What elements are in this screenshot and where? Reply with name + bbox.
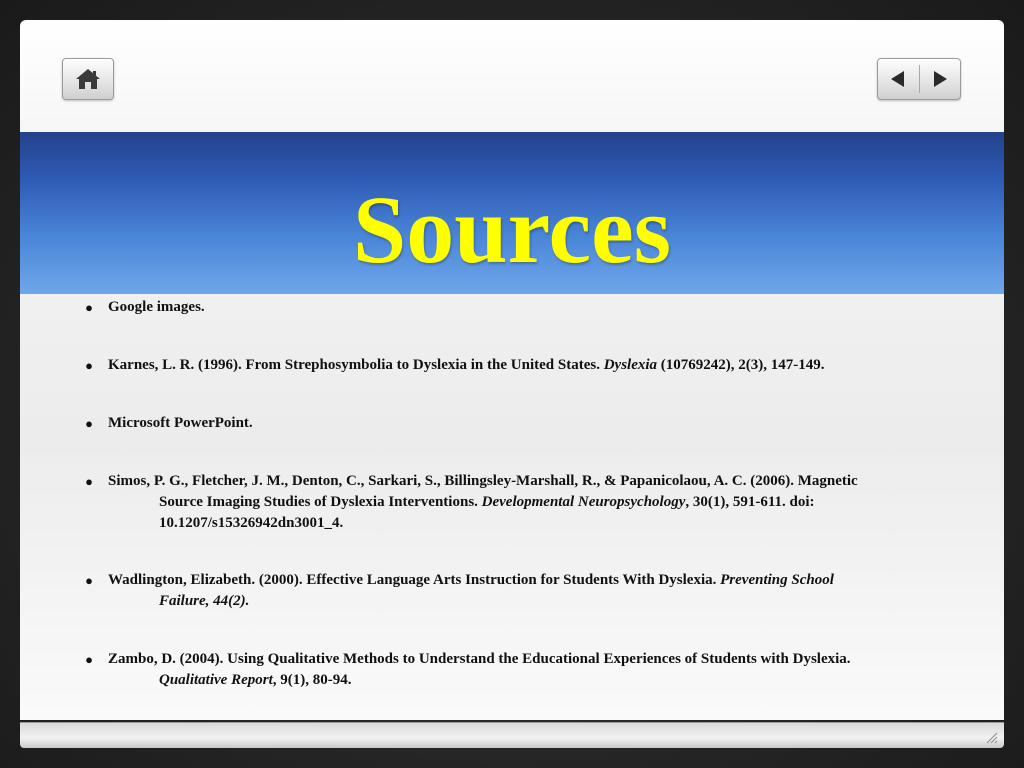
source-text: Google images.	[108, 299, 205, 315]
source-doi: 10.1207/s15326942dn3001_4.	[159, 515, 344, 531]
slide: Sources ● Google images. ● Karnes, L. R.…	[20, 20, 1004, 720]
bullet-icon: ●	[85, 652, 93, 667]
source-text: Wadlington, Elizabeth. (2000). Effective…	[108, 572, 834, 588]
source-text: Simos, P. G., Fletcher, J. M., Denton, C…	[108, 473, 858, 489]
bullet-icon: ●	[85, 416, 93, 431]
status-bar	[20, 722, 1004, 748]
list-item: ● Microsoft PowerPoint.	[85, 413, 978, 434]
source-text: Zambo, D. (2004). Using Qualitative Meth…	[108, 651, 851, 667]
bullet-icon: ●	[85, 358, 93, 373]
resize-grip-icon[interactable]	[984, 730, 998, 744]
source-text-continued: Qualitative Report, 9(1), 80-94.	[159, 672, 352, 688]
list-item: ● Zambo, D. (2004). Using Qualitative Me…	[85, 649, 978, 691]
sources-list: ● Google images. ● Karnes, L. R. (1996).…	[20, 20, 1004, 720]
list-item: ● Google images.	[85, 297, 978, 318]
list-item: ● Karnes, L. R. (1996). From Strephosymb…	[85, 355, 978, 376]
list-item: ● Wadlington, Elizabeth. (2000). Effecti…	[85, 570, 978, 612]
bullet-icon: ●	[85, 474, 93, 489]
source-text: Karnes, L. R. (1996). From Strephosymbol…	[108, 357, 825, 373]
source-text-continued: Failure, 44(2).	[159, 593, 250, 609]
source-text-continued: Source Imaging Studies of Dyslexia Inter…	[159, 494, 815, 510]
list-item: ● Simos, P. G., Fletcher, J. M., Denton,…	[85, 471, 978, 534]
source-text: Microsoft PowerPoint.	[108, 415, 253, 431]
bullet-icon: ●	[85, 300, 93, 315]
bullet-icon: ●	[85, 573, 93, 588]
